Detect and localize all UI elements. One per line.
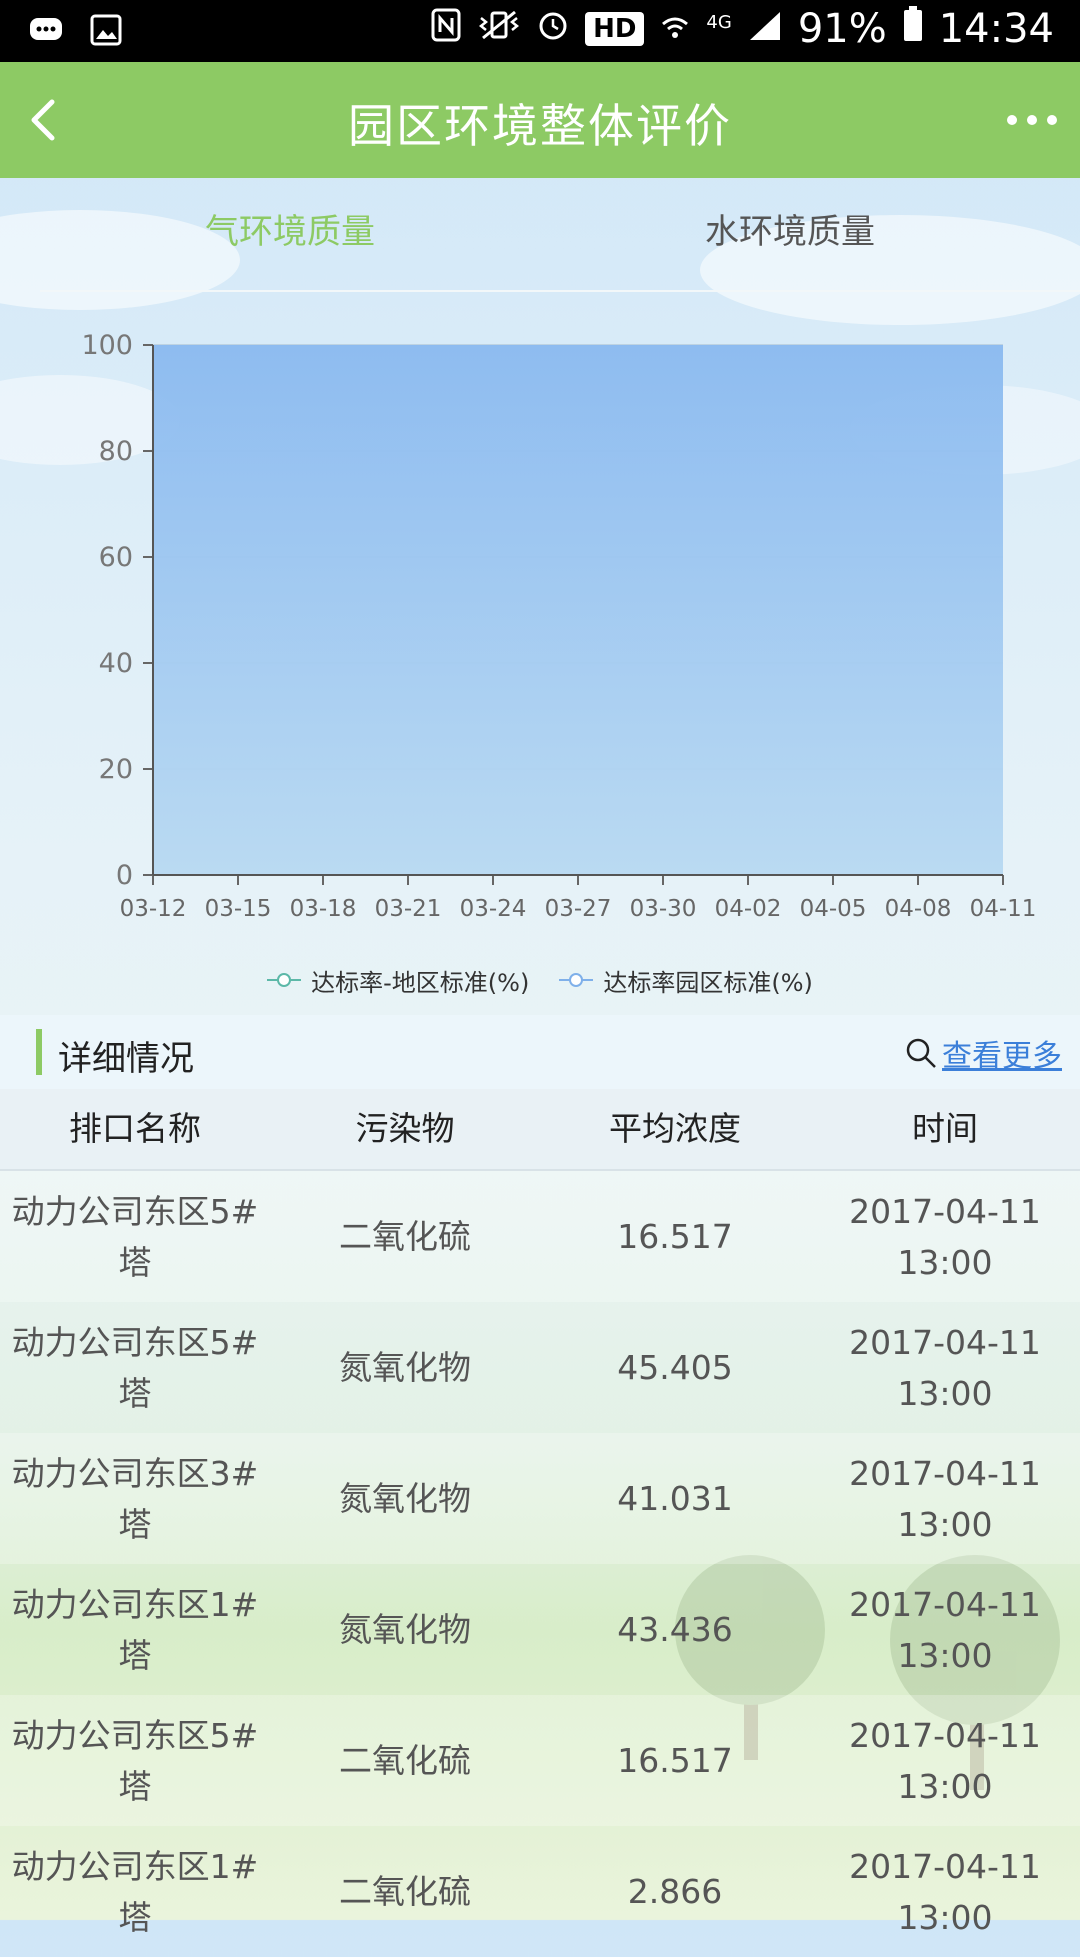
search-icon [906,1038,936,1068]
chart-legend: 达标率-地区标准(%) 达标率园区标准(%) [0,960,1080,1000]
section-accent-bar [36,1029,42,1075]
x-tick-label: 04-02 [715,896,782,922]
chart-svg: 0 20 40 60 80 100 03-12 03-15 03-18 03-21 03-24 03-… [81,330,1037,922]
column-header-time: 时间 [912,1109,978,1148]
table-row[interactable]: 动力公司东区1#塔 氮氧化物 43.436 2017-04-11 13:00 [0,1564,1080,1695]
y-tick-label: 0 [116,860,133,891]
table-row[interactable]: 动力公司东区1#塔 二氧化硫 2.866 2017-04-11 13:00 [0,1826,1080,1957]
clock: 14:34 [938,6,1054,52]
nfc-icon [431,6,461,52]
legend-item-region[interactable]: 达标率-地区标准(%) [267,960,529,1000]
cell-outlet: 动力公司东区3#塔 [11,1453,259,1544]
y-tick-label: 80 [99,436,133,467]
view-more-link[interactable]: 查看更多 [904,1031,1062,1075]
battery-icon [903,6,923,52]
cell-average: 45.405 [617,1348,733,1387]
cell-average: 43.436 [617,1610,733,1649]
cell-average: 2.866 [627,1872,723,1911]
legend-label-region: 达标率-地区标准(%) [311,968,530,997]
legend-marker-icon [559,973,594,987]
alarm-icon [537,6,569,52]
compliance-chart: 0 20 40 60 80 100 03-12 03-15 03-18 03-21 03-24 03-… [0,300,1080,1020]
column-header-pollutant: 污染物 [355,1109,455,1148]
x-tick-label: 04-11 [970,896,1037,922]
details-title: 详细情况 [58,1039,194,1079]
view-more-label: 查看更多 [942,1039,1062,1074]
wifi-icon [660,6,690,52]
message-icon [28,14,64,50]
more-dots-icon [1007,115,1057,125]
cell-outlet: 动力公司东区5#塔 [11,1715,259,1806]
y-tick-label: 60 [99,542,133,573]
table-row[interactable]: 动力公司东区5#塔 氮氧化物 45.405 2017-04-11 13:00 [0,1302,1080,1433]
cell-time: 2017-04-11 13:00 [849,1846,1041,1937]
status-bar: HD 4G 91% 14:34 [0,0,1080,62]
x-tick-label: 03-24 [460,896,527,922]
cell-outlet: 动力公司东区1#塔 [11,1584,259,1675]
x-tick-label: 03-21 [375,896,442,922]
vibrate-icon [477,6,521,52]
cell-time: 2017-04-11 13:00 [849,1715,1041,1806]
image-icon [90,14,122,50]
signal-icon [748,6,782,52]
legend-item-park[interactable]: 达标率园区标准(%) [559,960,813,1000]
network-type: 4G [706,12,732,33]
cell-pollutant: 氮氧化物 [339,1479,471,1518]
cell-pollutant: 二氧化硫 [339,1741,471,1780]
tab-divider [40,290,1080,292]
legend-label-park: 达标率园区标准(%) [603,968,813,997]
cell-outlet: 动力公司东区1#塔 [11,1846,259,1937]
y-tick-label: 40 [99,648,133,679]
tab-air-quality[interactable]: 气环境质量 [20,178,560,292]
y-tick-label: 100 [81,330,133,361]
cell-pollutant: 氮氧化物 [339,1610,471,1649]
series-area [153,345,1003,875]
table-header: 排口名称 污染物 平均浓度 时间 [0,1089,1080,1171]
y-tick-label: 20 [99,754,133,785]
tab-water-quality[interactable]: 水环境质量 [520,178,1060,292]
table-body: 动力公司东区5#塔 二氧化硫 16.517 2017-04-11 13:00 动力… [0,1171,1080,1957]
x-tick-label: 03-30 [630,896,697,922]
cell-outlet: 动力公司东区5#塔 [11,1191,259,1282]
cell-average: 16.517 [617,1217,733,1256]
cell-pollutant: 二氧化硫 [339,1872,471,1911]
cell-time: 2017-04-11 13:00 [849,1322,1041,1413]
legend-marker-icon [267,973,302,987]
cell-pollutant: 氮氧化物 [339,1348,471,1387]
app-header: 园区环境整体评价 [0,62,1080,178]
table-row[interactable]: 动力公司东区3#塔 氮氧化物 41.031 2017-04-11 13:00 [0,1433,1080,1564]
cell-average: 41.031 [617,1479,733,1518]
cell-time: 2017-04-11 13:00 [849,1584,1041,1675]
x-tick-label: 03-27 [545,896,612,922]
x-tick-label: 03-18 [290,896,357,922]
table-row[interactable]: 动力公司东区5#塔 二氧化硫 16.517 2017-04-11 13:00 [0,1695,1080,1826]
column-header-outlet: 排口名称 [69,1109,201,1148]
battery-percent: 91% [797,6,887,52]
more-menu-button[interactable] [1002,90,1062,150]
table-row[interactable]: 动力公司东区5#塔 二氧化硫 16.517 2017-04-11 13:00 [0,1171,1080,1302]
cell-time: 2017-04-11 13:00 [849,1453,1041,1544]
cell-time: 2017-04-11 13:00 [849,1191,1041,1282]
column-header-average: 平均浓度 [609,1109,741,1148]
cell-pollutant: 二氧化硫 [339,1217,471,1256]
cell-outlet: 动力公司东区5#塔 [11,1322,259,1413]
details-header: 详细情况 查看更多 [0,1015,1080,1089]
page-title: 园区环境整体评价 [348,99,732,153]
x-tick-label: 04-05 [800,896,867,922]
x-tick-label: 04-08 [885,896,952,922]
x-tick-label: 03-12 [120,896,187,922]
x-tick-label: 03-15 [205,896,272,922]
cell-average: 16.517 [617,1741,733,1780]
hd-badge: HD [585,12,645,46]
tab-bar: 气环境质量 水环境质量 [0,178,1080,292]
